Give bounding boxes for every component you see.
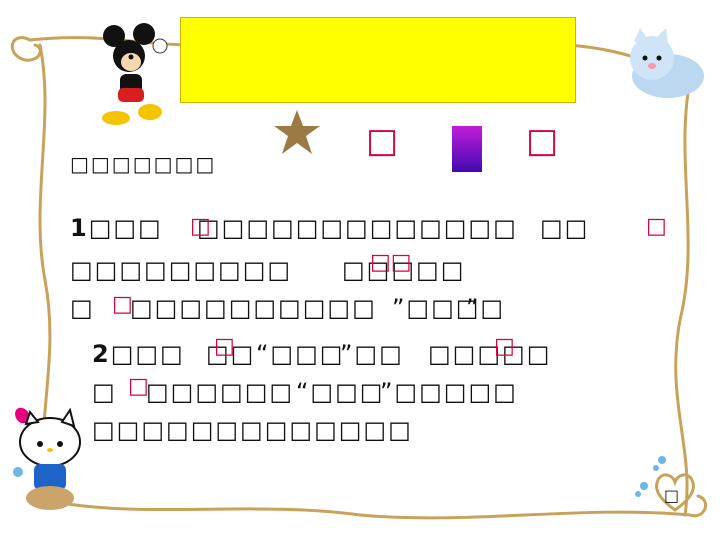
annotation-7: □ (128, 374, 149, 399)
hello-kitty-icon (13, 407, 81, 510)
purple-bar (452, 126, 482, 172)
annotation-1: □ (190, 214, 211, 239)
point1-line3-a: □ (70, 294, 95, 322)
point2-number: 2 (92, 340, 111, 368)
annotation-2: □ (646, 214, 667, 239)
annotation-5: □ (214, 334, 235, 359)
star-icon (274, 110, 320, 154)
point2-line2-b: □□□□□□ (146, 378, 295, 406)
annotation-6: □ (494, 334, 515, 359)
point2-line1: 2□□□ (92, 342, 185, 366)
point2-line3: □□□□□□□□□□□□□ (92, 416, 413, 444)
title-box (180, 17, 576, 103)
point1-number: 1 (70, 214, 89, 242)
corner-mark: □ (664, 486, 680, 505)
point2-line1-d: ”□□ (340, 340, 404, 368)
point2-line2-c: “□□□ (296, 378, 385, 406)
point2-line1-e: □□□□□ (428, 340, 552, 368)
point1-line1-c: □□ (540, 214, 590, 242)
annotation-4: □ (112, 292, 133, 317)
point1-line1: 1□□□ (70, 216, 163, 240)
annotation-3: □□ (370, 250, 412, 275)
mickey-mouse-icon (102, 23, 168, 125)
point2-line2-d: ”□□□□□ (380, 378, 518, 406)
point2-line2-a: □ (92, 378, 117, 406)
point1-line3-b: □□□□□□□□□□ (130, 294, 377, 322)
point1-line1-b: □□□□□□□□□□□□□ (197, 214, 518, 242)
point2-line1-a: □□□ (110, 340, 185, 368)
cat-icon (630, 28, 704, 98)
point1-line1-a: □□□ (88, 214, 163, 242)
point2-line1-c: “□□□ (256, 340, 345, 368)
title-mark-left: □ (366, 121, 399, 161)
heading: □□□□□□□ (70, 152, 217, 176)
point1-line2-a: □□□□□□□□□ (70, 256, 293, 284)
slide: □ □ □□□□□□□ 1□□□ □□□□□□□□□□□□□ □□ □□□□□□… (0, 0, 720, 540)
title-mark-right: □ (526, 121, 559, 161)
point1-line3-d: ”□ (466, 294, 506, 322)
